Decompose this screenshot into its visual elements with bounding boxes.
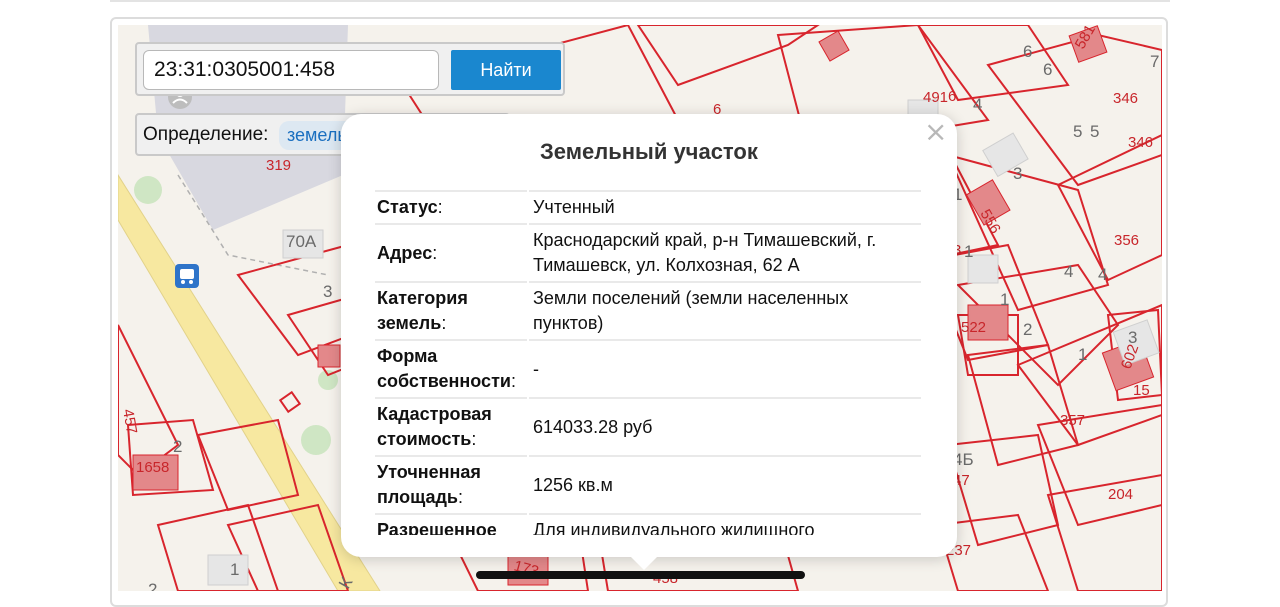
house-number: 6: [1023, 42, 1032, 61]
plot-label: 356: [1114, 232, 1139, 249]
house-number: 7: [1150, 52, 1159, 71]
info-value: 1256 кв.м: [529, 455, 921, 513]
info-row: Форма собственности: -: [375, 339, 921, 397]
cadastral-search-panel: 23:31:0305001:458 Найти: [135, 42, 565, 96]
info-key: Статус:: [375, 190, 527, 223]
park: [134, 176, 162, 204]
info-key: Разрешенное: [375, 513, 527, 535]
bus-stop-icon[interactable]: [175, 264, 199, 288]
plot-label: 15: [1133, 382, 1150, 399]
plot-label: 346: [1113, 90, 1138, 107]
house-number: 6: [1043, 60, 1052, 79]
find-button[interactable]: Найти: [451, 50, 561, 90]
house-number: 4: [1064, 262, 1073, 281]
parcel-info-table: Статус: Учтенный Адрес: Краснодарский край,…: [375, 190, 923, 535]
parcel-info-popup: × Земельный участок Статус: Учтенный Адрес…: [341, 114, 957, 557]
popup-pointer: [628, 554, 660, 570]
house-number: 1: [1000, 290, 1009, 309]
house-number: 5: [1073, 122, 1082, 141]
house-number: 4: [1098, 265, 1107, 284]
info-value: Учтенный: [529, 190, 921, 223]
plot-label: 1658: [136, 459, 169, 476]
house-number: 1: [964, 242, 973, 261]
house-number: 5: [1090, 122, 1099, 141]
house-number: 3: [1128, 328, 1137, 347]
house-number: 3: [323, 282, 332, 301]
info-value: 614033.28 руб: [529, 397, 921, 455]
info-value: Для индивидуального жилищного: [529, 513, 921, 535]
info-value: Краснодарский край, р-н Тимашевский, г. …: [529, 223, 921, 281]
house-number: 1: [230, 560, 239, 579]
house-number: 2: [1023, 320, 1032, 339]
plot-label: 346: [1128, 134, 1153, 151]
info-key: Адрес:: [375, 223, 527, 281]
plot-label: 491: [923, 89, 948, 106]
info-key-text: Разрешенное: [377, 520, 497, 535]
info-row: Кадастровая стоимость: 614033.28 руб: [375, 397, 921, 455]
cadastral-number-input[interactable]: 23:31:0305001:458: [143, 50, 439, 90]
home-indicator[interactable]: [476, 571, 805, 579]
plot-label: 6: [948, 88, 956, 105]
info-key-text: Категория земель: [377, 288, 468, 333]
plot-label: 204: [1108, 486, 1133, 503]
house-number: 2: [148, 580, 157, 591]
info-key-text: Статус: [377, 197, 438, 217]
definition-label: Определение:: [143, 124, 269, 145]
info-key-text: Уточненная площадь: [377, 462, 481, 507]
info-value: Земли поселений (земли населенных пункто…: [529, 281, 921, 339]
plot-label: 70А: [286, 232, 317, 251]
info-key: Уточненная площадь:: [375, 455, 527, 513]
plot-label: 319: [266, 157, 291, 174]
house-number: 3: [1013, 164, 1022, 183]
plot-label: 357: [1060, 412, 1085, 429]
info-key: Кадастровая стоимость:: [375, 397, 527, 455]
popup-title: Земельный участок: [540, 139, 758, 164]
info-key-text: Адрес: [377, 242, 433, 263]
info-row: Категория земель: Земли поселений (земли …: [375, 281, 921, 339]
info-row: Адрес: Краснодарский край, р-н Тимашевски…: [375, 223, 921, 281]
info-value: -: [529, 339, 921, 397]
close-icon[interactable]: ×: [924, 118, 947, 146]
top-divider: [110, 0, 1170, 2]
info-key: Форма собственности:: [375, 339, 527, 397]
house-number: 1: [1078, 345, 1087, 364]
info-key: Категория земель:: [375, 281, 527, 339]
plot-label: 522: [961, 319, 986, 336]
info-key-text: Форма собственности: [377, 346, 511, 391]
info-row: Статус: Учтенный: [375, 190, 921, 223]
info-row: Уточненная площадь: 1256 кв.м: [375, 455, 921, 513]
house-number: 2: [173, 437, 182, 456]
info-row: Разрешенное Для индивидуального жилищного: [375, 513, 921, 535]
popup-scroll-body[interactable]: Статус: Учтенный Адрес: Краснодарский край,…: [375, 190, 923, 535]
house-number: 4: [973, 95, 982, 114]
park: [301, 425, 331, 455]
